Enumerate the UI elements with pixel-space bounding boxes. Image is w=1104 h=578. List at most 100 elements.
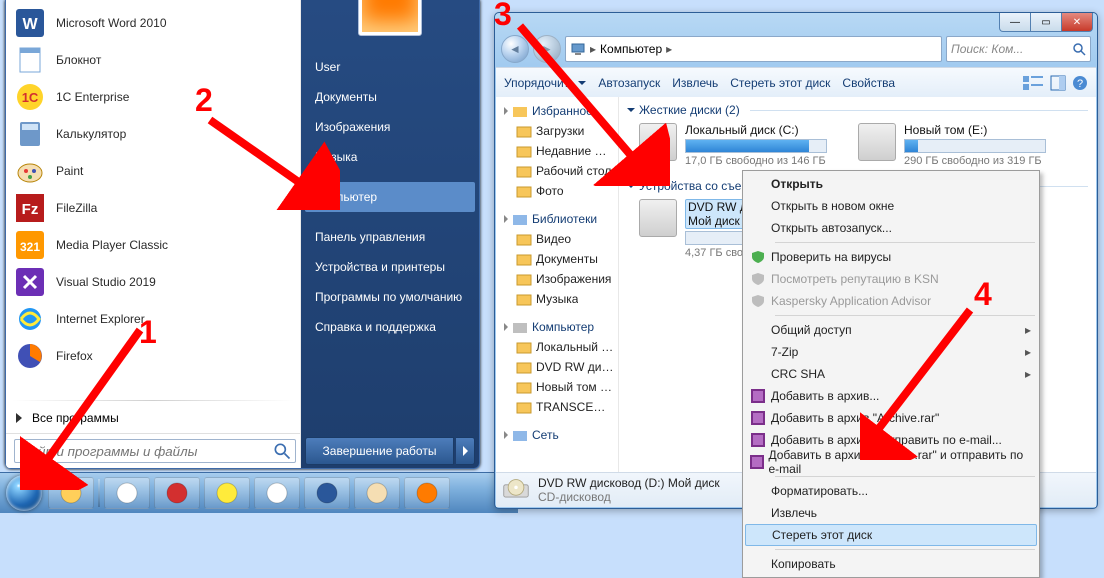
taskbar-word[interactable]: [304, 477, 350, 509]
rar-icon: [750, 455, 764, 469]
drive-name: Новый том (E:): [904, 123, 1053, 137]
tree-item[interactable]: Загрузки: [498, 121, 616, 141]
shutdown-label: Завершение работы: [323, 444, 437, 458]
drive-item[interactable]: Новый том (E:)290 ГБ свободно из 319 ГБ: [858, 123, 1053, 167]
all-programs[interactable]: Все программы: [6, 403, 300, 433]
tree-item[interactable]: Видео: [498, 229, 616, 249]
taskbar-opera[interactable]: [154, 477, 200, 509]
taskbar-yandex[interactable]: [104, 477, 150, 509]
toolbar-props[interactable]: Свойства: [842, 76, 895, 90]
ctx-add-arch-named[interactable]: Добавить в архив "Archive.rar": [745, 407, 1037, 429]
tree-item[interactable]: Документы: [498, 249, 616, 269]
ctx-av-check[interactable]: Проверить на вирусы: [745, 246, 1037, 268]
start-program-label: 1C Enterprise: [56, 90, 129, 104]
start-orb[interactable]: [4, 473, 44, 513]
start-menu-search: [6, 433, 300, 468]
drive-icon: [639, 199, 677, 237]
start-right-item[interactable]: Документы: [305, 82, 475, 112]
start-program-notepad[interactable]: Блокнот: [8, 41, 298, 78]
toolbar-organize[interactable]: Упорядочить: [504, 76, 586, 90]
start-right-item[interactable]: Компьютер: [305, 182, 475, 212]
ctx-add-arch[interactable]: Добавить в архив...: [745, 385, 1037, 407]
view-icon[interactable]: [1022, 75, 1044, 91]
taskbar-chrome[interactable]: [254, 477, 300, 509]
start-program-mpc[interactable]: 321Media Player Classic: [8, 226, 298, 263]
start-right-item[interactable]: Панель управления: [305, 222, 475, 252]
explorer-search[interactable]: Поиск: Ком...: [946, 36, 1091, 62]
ctx-add-named-send[interactable]: Добавить в архив "Archive.rar" и отправи…: [745, 451, 1037, 473]
start-right-item[interactable]: Изображения: [305, 112, 475, 142]
breadcrumb[interactable]: ▸ Компьютер ▸: [565, 36, 942, 62]
tree-section[interactable]: Компьютер: [498, 317, 616, 337]
taskbar-explorer[interactable]: [48, 477, 94, 509]
chrome-icon: [265, 481, 289, 505]
tree-item[interactable]: TRANSCEND (F:): [498, 397, 616, 417]
context-menu: Открыть Открыть в новом окне Открыть авт…: [742, 170, 1040, 578]
taskbar-paint[interactable]: [354, 477, 400, 509]
drive-item[interactable]: Локальный диск (C:)17,0 ГБ свободно из 1…: [639, 123, 834, 167]
tree-item[interactable]: Фото: [498, 181, 616, 201]
tree-section[interactable]: Сеть: [498, 425, 616, 445]
start-right-item[interactable]: Программы по умолчанию: [305, 282, 475, 312]
start-right-item[interactable]: Устройства и принтеры: [305, 252, 475, 282]
help-icon[interactable]: ?: [1072, 75, 1088, 91]
firefox-icon: [415, 481, 439, 505]
yabrowser-icon: [215, 481, 239, 505]
ctx-open-new[interactable]: Открыть в новом окне: [745, 195, 1037, 217]
ctx-autorun[interactable]: Открыть автозапуск...: [745, 217, 1037, 239]
tree-item[interactable]: Локальный диск (C:): [498, 337, 616, 357]
vs-icon: [14, 266, 46, 298]
start-program-word[interactable]: WMicrosoft Word 2010: [8, 4, 298, 41]
tree-item[interactable]: Изображения: [498, 269, 616, 289]
breadcrumb-item[interactable]: Компьютер: [600, 42, 662, 56]
preview-pane-icon[interactable]: [1050, 75, 1066, 91]
svg-text:?: ?: [1077, 78, 1083, 90]
start-program-vs[interactable]: Visual Studio 2019: [8, 263, 298, 300]
ctx-7zip[interactable]: 7-Zip▸: [745, 341, 1037, 363]
tree-section[interactable]: Библиотеки: [498, 209, 616, 229]
tree-item[interactable]: Музыка: [498, 289, 616, 309]
start-right-item[interactable]: Справка и поддержка: [305, 312, 475, 342]
nav-forward[interactable]: ►: [533, 35, 561, 63]
start-menu-left: WMicrosoft Word 2010Блокнот1C1C Enterpri…: [6, 0, 301, 468]
folder-icon: [516, 163, 532, 179]
start-program-paint[interactable]: Paint: [8, 152, 298, 189]
start-program-1c[interactable]: 1C1C Enterprise: [8, 78, 298, 115]
toolbar-autorun[interactable]: Автозапуск: [598, 76, 660, 90]
start-program-filezilla[interactable]: FzFileZilla: [8, 189, 298, 226]
folder-icon: [516, 291, 532, 307]
tree-item[interactable]: Рабочий стол: [498, 161, 616, 181]
ctx-open[interactable]: Открыть: [745, 173, 1037, 195]
toolbar-eject[interactable]: Извлечь: [672, 76, 718, 90]
taskbar-firefox[interactable]: [404, 477, 450, 509]
ctx-share[interactable]: Общий доступ▸: [745, 319, 1037, 341]
folder-icon: [516, 183, 532, 199]
start-program-calc[interactable]: Калькулятор: [8, 115, 298, 152]
close-button[interactable]: ✕: [1061, 13, 1093, 32]
maximize-button[interactable]: ▭: [1030, 13, 1062, 32]
ctx-erase[interactable]: Стереть этот диск: [745, 524, 1037, 546]
tree-item[interactable]: Недавние места: [498, 141, 616, 161]
shutdown-button[interactable]: Завершение работы: [305, 437, 454, 465]
start-right-item[interactable]: User: [305, 52, 475, 82]
shutdown-dropdown[interactable]: [456, 437, 475, 465]
taskbar-yabrowser[interactable]: [204, 477, 250, 509]
search-input[interactable]: [14, 439, 296, 463]
tree-item[interactable]: DVD RW дисковод: [498, 357, 616, 377]
tree-section[interactable]: Избранное: [498, 101, 616, 121]
ctx-crc[interactable]: CRC SHA▸: [745, 363, 1037, 385]
submenu-arrow-icon: ▸: [1025, 345, 1031, 359]
user-picture[interactable]: [358, 0, 422, 36]
ctx-format[interactable]: Форматировать...: [745, 480, 1037, 502]
start-right-item[interactable]: Музыка: [305, 142, 475, 172]
ctx-eject[interactable]: Извлечь: [745, 502, 1037, 524]
folder-icon: [516, 399, 532, 415]
ctx-copy[interactable]: Копировать: [745, 553, 1037, 575]
toolbar-right: ?: [1022, 75, 1088, 91]
start-program-label: Internet Explorer: [56, 312, 145, 326]
minimize-button[interactable]: —: [999, 13, 1031, 32]
tree-item[interactable]: Новый том (E:): [498, 377, 616, 397]
toolbar-erase[interactable]: Стереть этот диск: [730, 76, 830, 90]
nav-back[interactable]: ◄: [501, 35, 529, 63]
drive-group-header[interactable]: Жесткие диски (2): [627, 101, 1088, 119]
